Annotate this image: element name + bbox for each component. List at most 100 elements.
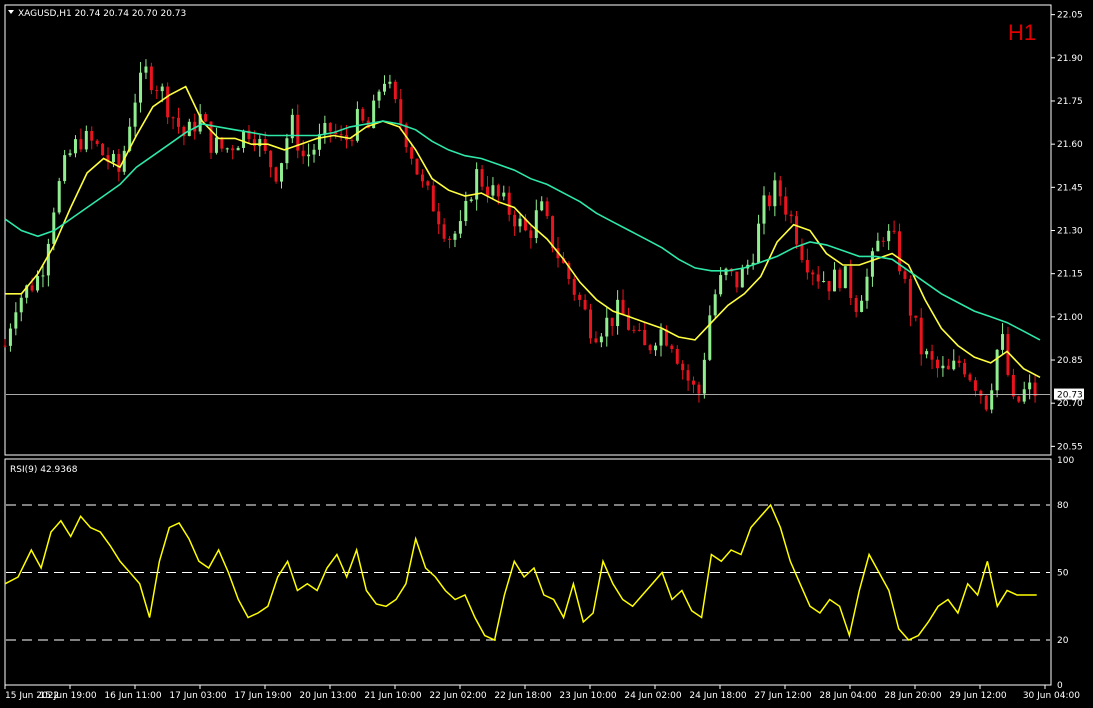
candle-body (111, 153, 115, 163)
candle-body (117, 153, 121, 172)
candle-body (101, 143, 105, 156)
candle-body (84, 130, 88, 150)
candle-body (52, 212, 56, 244)
candle-body (784, 196, 788, 215)
dropdown-triangle-icon[interactable] (8, 10, 14, 14)
price-tick-label: 22.05 (1057, 11, 1083, 21)
candle-body (1011, 374, 1015, 397)
candle-body (453, 233, 457, 240)
candle-body (388, 81, 392, 84)
candle-body (860, 300, 864, 312)
candle-body (480, 169, 484, 187)
candle-body (578, 294, 582, 300)
trading-chart[interactable]: 22.05 21.90 21.75 21.60 21.45 21.30 21.15 21.00… (0, 0, 1093, 708)
time-tick-label: 16 Jun 11:00 (104, 691, 161, 701)
candle-body (383, 83, 386, 92)
candle-body (795, 216, 799, 245)
candle-body (90, 130, 94, 141)
candle-body (697, 384, 701, 394)
rsi-tick-label: 20 (1057, 636, 1069, 646)
candle-body (816, 274, 820, 282)
candle-body (925, 351, 929, 355)
candle-body (68, 153, 72, 156)
candle-body (507, 192, 511, 215)
candle-body (908, 278, 912, 316)
candle-body (670, 345, 674, 349)
candle-body (654, 345, 658, 351)
candle-body (735, 271, 739, 288)
candle-body (811, 272, 815, 275)
candle-body (139, 72, 143, 103)
candle-body (3, 345, 7, 347)
time-tick-label: 29 Jun 12:00 (949, 691, 1006, 701)
candle-body (486, 186, 490, 196)
candle-body (41, 275, 45, 277)
candle-body (805, 259, 809, 273)
candle-body (204, 114, 208, 122)
candle-body (594, 338, 598, 343)
candle-body (323, 123, 327, 135)
candle-body (160, 86, 164, 92)
candle-body (713, 294, 717, 316)
candle-body (789, 214, 793, 217)
candle-body (350, 140, 354, 142)
candle-body (133, 102, 137, 127)
candle-body (719, 275, 723, 295)
candle-body (166, 86, 170, 118)
candle-body (491, 185, 495, 196)
candle-body (225, 148, 229, 150)
price-tick-label: 21.75 (1057, 97, 1083, 107)
candle-body (827, 280, 831, 292)
candle-body (708, 315, 712, 360)
candle-body (1028, 382, 1032, 390)
candle-body (914, 315, 918, 318)
candle-body (36, 276, 40, 291)
candle-body (415, 158, 419, 175)
candle-body (822, 280, 826, 282)
candle-body (941, 365, 945, 369)
candle-body (149, 66, 153, 91)
time-tick-label: 28 Jun 20:00 (884, 691, 941, 701)
candle-body (426, 181, 430, 186)
price-tick-label: 20.55 (1057, 442, 1083, 452)
candle-body (686, 370, 690, 381)
candle-body (529, 230, 533, 238)
candle-body (1017, 396, 1021, 402)
candle-body (242, 130, 246, 148)
candle-body (1001, 334, 1005, 350)
candles (3, 59, 1037, 414)
price-tick-label: 21.15 (1057, 270, 1083, 280)
candle-body (757, 223, 761, 263)
candle-body (328, 123, 332, 132)
candle-body (957, 360, 961, 363)
candle-body (919, 317, 923, 355)
price-tick-label: 21.45 (1057, 183, 1083, 193)
candle-body (675, 348, 679, 364)
time-tick-label: 17 Jun 03:00 (169, 691, 226, 701)
time-tick-label: 24 Jun 18:00 (689, 691, 746, 701)
candle-body (448, 238, 452, 240)
candle-body (420, 174, 424, 182)
candle-body (1022, 389, 1026, 402)
candle-body (19, 297, 23, 313)
candle-body (973, 380, 977, 391)
candle-body (171, 117, 175, 119)
rsi-tick-label: 50 (1057, 569, 1069, 579)
candle-body (437, 211, 441, 225)
candle-body (269, 150, 273, 168)
rsi-tick-label: 80 (1057, 501, 1069, 511)
candle-body (236, 147, 240, 151)
candle-body (95, 140, 99, 144)
time-tick-label: 17 Jun 19:00 (234, 691, 291, 701)
candle-body (30, 285, 34, 291)
candle-body (800, 244, 804, 260)
symbol-header[interactable]: XAGUSD,H1 20.74 20.74 20.70 20.73 (8, 9, 186, 19)
candle-body (843, 266, 847, 289)
candle-body (339, 134, 343, 136)
candle-body (984, 395, 988, 410)
candle-body (740, 268, 744, 288)
candle-body (231, 148, 235, 151)
candle-body (285, 138, 289, 164)
candle-body (442, 224, 446, 239)
candle-body (865, 276, 869, 301)
